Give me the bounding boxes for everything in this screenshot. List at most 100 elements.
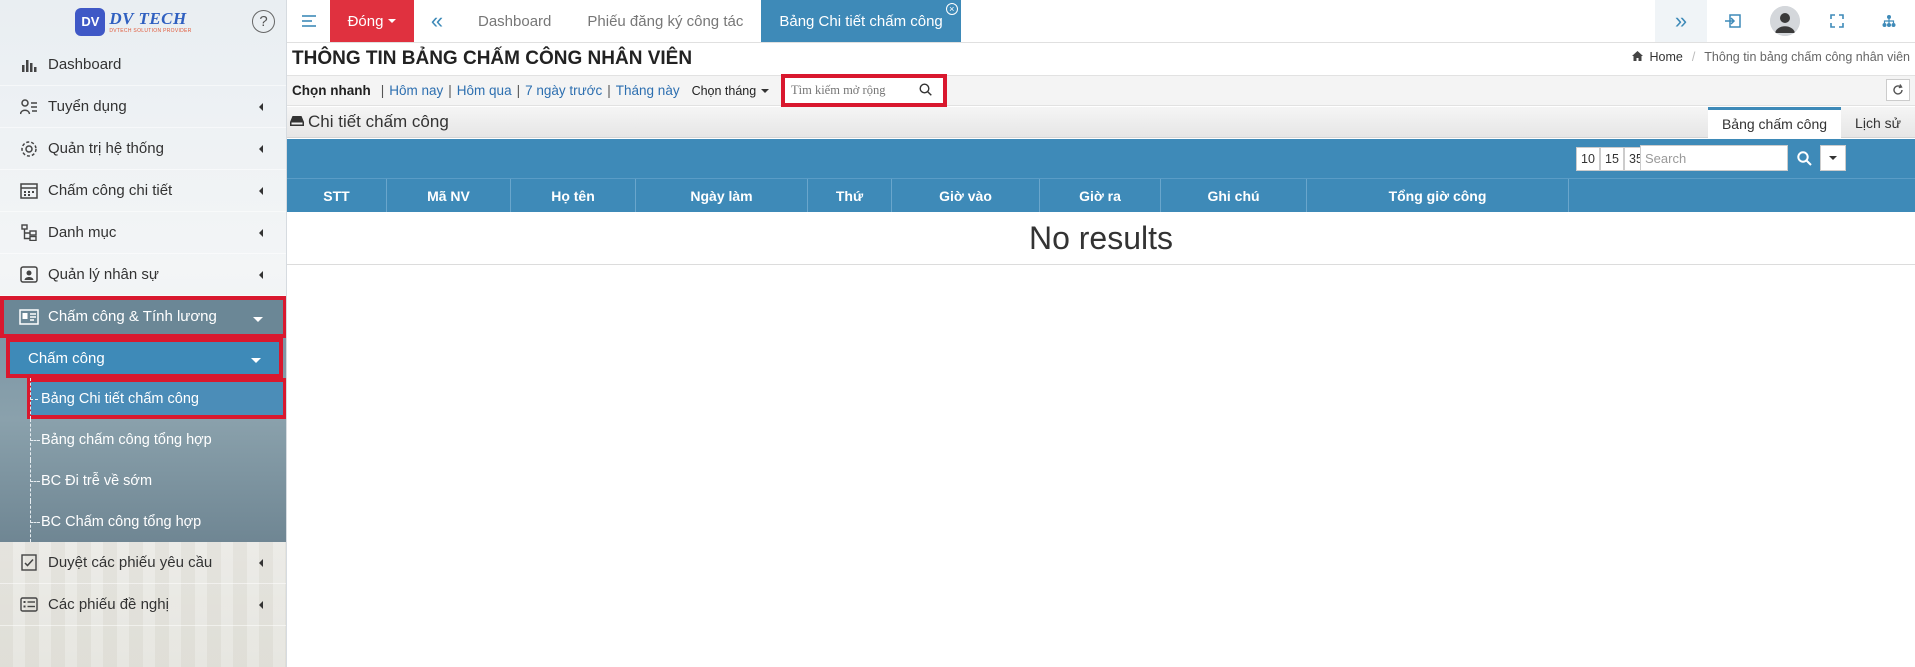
column-header[interactable]: Giờ vào [892, 179, 1040, 212]
address-card-icon [18, 307, 40, 327]
tab-dashboard[interactable]: Dashboard [460, 0, 569, 42]
column-header[interactable]: STT [287, 179, 387, 212]
column-header[interactable]: Ghi chú [1161, 179, 1307, 212]
chevron-left-icon [259, 558, 263, 567]
table-search-input[interactable]: Search [1640, 145, 1788, 171]
submenu-group-cham-cong[interactable]: Chấm công [6, 338, 283, 378]
submenu-item-label: BC Đi trễ về sớm [41, 472, 153, 489]
sidebar-item-duyet-phieu[interactable]: Duyệt các phiếu yêu cầu [0, 542, 286, 584]
page-size-15[interactable]: 15 [1600, 147, 1624, 171]
submenu-item-di-tre-ve-som[interactable]: BC Đi trễ về sớm [0, 460, 286, 501]
submenu-item-bang-chi-tiet[interactable]: Bảng Chi tiết chấm công [27, 378, 286, 419]
separator: | [516, 83, 521, 98]
tab-phieu-dang-ky-cong-tac[interactable]: Phiếu đăng ký công tác [569, 0, 761, 42]
submenu: Chấm công Bảng Chi tiết chấm công Bảng c… [0, 338, 286, 542]
close-tabs-dropdown-button[interactable]: Đóng [330, 0, 414, 42]
breadcrumb: Home / Thông tin bảng chấm công nhân viê… [1632, 50, 1910, 64]
panel-tabs: Bảng chấm công Lịch sử [1707, 107, 1915, 138]
sidebar: DV DV TECH DVTECH SOLUTION PROVIDER ? Da… [0, 0, 287, 667]
caret-down-icon [251, 358, 261, 363]
filter-today-link[interactable]: Hôm nay [389, 83, 443, 98]
quick-filter-bar: Chọn nhanh | Hôm nay | Hôm qua | 7 ngày … [287, 74, 1915, 107]
column-header[interactable]: Họ tên [511, 179, 636, 212]
column-header [1569, 179, 1915, 212]
bar-chart-icon [18, 55, 40, 75]
hamburger-menu-icon[interactable] [287, 0, 330, 42]
id-card-icon [18, 265, 40, 285]
separator: | [607, 83, 611, 98]
sitemap-icon[interactable] [1863, 0, 1915, 42]
page-size-group: 10 15 35 [1576, 147, 1648, 171]
sidebar-item-label: Danh mục [48, 224, 117, 241]
column-header[interactable]: Ngày làm [636, 179, 808, 212]
empty-results-message: No results [287, 212, 1915, 265]
extended-search-input[interactable] [791, 83, 917, 98]
logo-subtitle: DVTECH SOLUTION PROVIDER [109, 27, 192, 34]
sidebar-item-tuyen-dung[interactable]: Tuyển dụng [0, 86, 286, 128]
column-header[interactable]: Mã NV [387, 179, 511, 212]
filter-7-days-link[interactable]: 7 ngày trước [525, 83, 602, 98]
column-header[interactable]: Tổng giờ công [1307, 179, 1569, 212]
search-icon[interactable] [919, 82, 932, 99]
breadcrumb-home[interactable]: Home [1649, 50, 1682, 64]
tabs-scroll-right-icon[interactable]: » [1655, 0, 1707, 42]
sidebar-item-cham-cong-chi-tiet[interactable]: Chấm công chi tiết [0, 170, 286, 212]
sidebar-item-label: Các phiếu đề nghị [48, 596, 169, 613]
separator: | [380, 83, 385, 98]
chevron-left-icon [259, 228, 263, 237]
breadcrumb-current: Thông tin bảng chấm công nhân viên [1704, 50, 1910, 64]
logout-icon[interactable] [1707, 0, 1759, 42]
quick-filter-label: Chọn nhanh [292, 83, 371, 98]
filter-this-month-link[interactable]: Tháng này [616, 83, 680, 98]
close-icon[interactable]: × [945, 3, 958, 15]
sidebar-item-label: Quản lý nhân sự [48, 266, 159, 283]
sidebar-item-phieu-de-nghi[interactable]: Các phiếu đề nghị [0, 584, 286, 626]
month-picker-label: Chọn tháng [691, 83, 757, 98]
fullscreen-icon[interactable] [1811, 0, 1863, 42]
sidebar-item-dashboard[interactable]: Dashboard [0, 44, 286, 86]
tree-icon [18, 223, 40, 243]
sidebar-item-quan-ly-nhan-su[interactable]: Quản lý nhân sự [0, 254, 286, 296]
home-icon[interactable] [1632, 50, 1644, 64]
sidebar-item-quan-tri[interactable]: Quản trị hệ thống [0, 128, 286, 170]
tabs-scroll-left-icon[interactable]: « [414, 0, 460, 42]
gear-icon [18, 139, 40, 159]
help-button[interactable]: ? [252, 10, 275, 33]
table-header: STT Mã NV Họ tên Ngày làm Thứ Giờ vào Gi… [287, 178, 1915, 212]
chevron-left-icon [259, 144, 263, 153]
logo-icon: DV [75, 7, 106, 36]
sidebar-item-danh-muc[interactable]: Danh mục [0, 212, 286, 254]
search-icon[interactable] [1791, 145, 1817, 171]
user-list-icon [18, 97, 40, 117]
tab-label: Phiếu đăng ký công tác [587, 12, 744, 30]
sidebar-item-label: Chấm công chi tiết [48, 182, 173, 199]
chevron-left-icon [259, 186, 263, 195]
submenu-item-bc-tong-hop[interactable]: BC Chấm công tổng hợp [0, 501, 286, 542]
tab-bang-cham-cong[interactable]: Bảng chấm công [1707, 107, 1842, 138]
month-picker-dropdown[interactable]: Chọn tháng [692, 84, 770, 98]
page-size-10[interactable]: 10 [1576, 147, 1600, 171]
tab-lich-su[interactable]: Lịch sử [1841, 107, 1915, 138]
filter-yesterday-link[interactable]: Hôm qua [457, 83, 512, 98]
sidebar-item-label: Chấm công & Tính lương [48, 308, 217, 325]
panel-title-text: Chi tiết chấm công [308, 112, 449, 131]
tab-label: Dashboard [478, 12, 552, 30]
tab-bang-chi-tiet-cham-cong[interactable]: Bảng Chi tiết chấm công × [761, 0, 961, 42]
column-header[interactable]: Giờ ra [1040, 179, 1161, 212]
sidebar-item-label: Tuyển dụng [48, 98, 127, 115]
refresh-icon [1893, 84, 1903, 95]
sidebar-item-cham-cong-tinh-luong[interactable]: Chấm công & Tính lương [0, 296, 286, 338]
user-avatar[interactable] [1759, 0, 1811, 42]
form-list-icon [18, 595, 40, 615]
submenu-item-label: Bảng chấm công tổng hợp [41, 431, 212, 448]
submenu-item-bang-tong-hop[interactable]: Bảng chấm công tổng hợp [0, 419, 286, 460]
panel-title: Chi tiết chấm công [290, 112, 449, 132]
submenu-group-label: Chấm công [28, 349, 105, 367]
column-options-dropdown[interactable] [1820, 145, 1846, 171]
column-header[interactable]: Thứ [808, 179, 892, 212]
submenu-item-label: Bảng Chi tiết chấm công [41, 390, 199, 407]
logo[interactable]: DV DV TECH DVTECH SOLUTION PROVIDER [75, 7, 192, 36]
top-bar: Đóng « Dashboard Phiếu đăng ký công tác … [287, 0, 1915, 43]
refresh-button[interactable] [1886, 79, 1910, 101]
sidebar-item-label: Duyệt các phiếu yêu cầu [48, 554, 213, 571]
